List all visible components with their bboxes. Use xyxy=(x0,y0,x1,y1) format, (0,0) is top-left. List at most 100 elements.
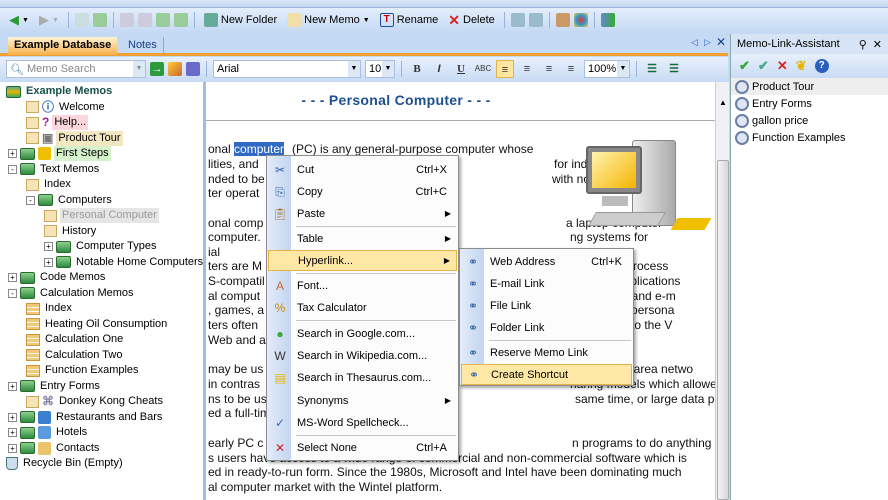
expand-icon[interactable]: + xyxy=(44,257,53,267)
color-icon[interactable] xyxy=(573,13,588,27)
menu-item-copy[interactable]: ⎘ Copy Ctrl+C xyxy=(268,181,457,202)
tree-item[interactable]: + Entry Forms xyxy=(8,379,102,394)
font-size-select[interactable]: 10 ▼ xyxy=(365,60,395,78)
remove-icon[interactable]: ✕ xyxy=(777,58,788,74)
collapse-icon[interactable]: - xyxy=(8,164,17,174)
menu-item-web-address[interactable]: ⚭ Web Address Ctrl+K xyxy=(461,251,632,272)
justify-button[interactable]: ≡ xyxy=(562,60,580,78)
menu-item-create-shortcut[interactable]: ⚭ Create Shortcut xyxy=(461,364,632,385)
first-steps-icon[interactable]: ❦ xyxy=(796,58,807,74)
menu-item-font[interactable]: A Font... xyxy=(268,275,457,296)
underline-button[interactable]: U xyxy=(452,60,470,78)
menu-item-search-in-google-com[interactable]: ● Search in Google.com... xyxy=(268,323,457,344)
tree-item[interactable]: + Restaurants and Bars xyxy=(8,410,164,425)
tree-item[interactable]: + Code Memos xyxy=(8,270,107,285)
collapse-icon[interactable]: - xyxy=(8,288,17,298)
tree-item[interactable]: ? Help... xyxy=(26,115,89,130)
import-icon[interactable] xyxy=(510,13,525,27)
move-top-icon[interactable] xyxy=(137,13,152,27)
link-item[interactable]: Function Examples xyxy=(731,129,888,146)
menu-item-reserve-memo-link[interactable]: ⚭ Reserve Memo Link xyxy=(461,342,632,363)
close-tab-icon[interactable]: ✕ xyxy=(716,35,726,49)
expand-icon[interactable]: + xyxy=(8,443,17,453)
menu-item-folder-link[interactable]: ⚭ Folder Link xyxy=(461,317,632,338)
export-icon[interactable] xyxy=(528,13,543,27)
menu-item-select-none[interactable]: ✕ Select None Ctrl+A xyxy=(268,437,457,458)
tree-item[interactable]: History xyxy=(44,224,98,239)
chevron-down-icon[interactable]: ▼ xyxy=(133,61,145,77)
scrollbar-thumb[interactable] xyxy=(717,160,729,500)
new-memo-button[interactable]: New Memo ▼ xyxy=(284,10,373,30)
forward-button[interactable]: ▶ ▼ xyxy=(36,10,62,30)
bullet-list-button[interactable]: ☰ xyxy=(665,60,683,78)
tree-item[interactable]: Heating Oil Consumption xyxy=(26,317,169,332)
tab-notes[interactable]: Notes xyxy=(122,37,164,55)
tree-item[interactable]: + Computer Types xyxy=(44,239,159,254)
menu-item-synonyms[interactable]: Synonyms ▶ xyxy=(268,390,457,411)
tree-item[interactable]: ▣ Product Tour xyxy=(26,130,123,146)
menu-item-table[interactable]: Table ▶ xyxy=(268,228,457,249)
expand-icon[interactable]: + xyxy=(8,412,17,422)
tree-item[interactable]: + Notable Home Computers xyxy=(44,255,205,270)
delete-button[interactable]: ✕ Delete xyxy=(445,10,498,30)
menu-item-tax-calculator[interactable]: % Tax Calculator xyxy=(268,297,457,318)
link-item[interactable]: Product Tour xyxy=(731,78,888,95)
expand-icon[interactable]: + xyxy=(8,149,17,158)
expand-icon[interactable]: + xyxy=(44,242,53,251)
tree-item[interactable]: Index xyxy=(26,177,73,192)
menu-item-paste[interactable]: 📋︎ Paste ▶ xyxy=(268,203,457,224)
tree-item[interactable]: Calculation One xyxy=(26,332,125,347)
tree-root[interactable]: Example Memos xyxy=(6,84,114,99)
chevron-down-icon[interactable]: ▼ xyxy=(617,61,629,77)
tree-collapse-icon[interactable] xyxy=(92,13,107,27)
memo-search-input[interactable]: 🔍︎ Memo Search ▼ xyxy=(6,60,146,78)
expand-icon[interactable]: + xyxy=(8,428,17,437)
zoom-select[interactable]: 100% ▼ xyxy=(584,60,630,78)
tree-item[interactable]: + First Steps xyxy=(8,146,111,161)
collapse-icon[interactable]: - xyxy=(26,195,35,205)
menu-item-search-in-thesaurus-com[interactable]: ▤ Search in Thesaurus.com... xyxy=(268,367,457,388)
close-panel-icon[interactable]: ✕ xyxy=(873,39,882,51)
refresh-icon[interactable] xyxy=(600,13,615,27)
menu-item-file-link[interactable]: ⚭ File Link xyxy=(461,295,632,316)
menu-item-e-mail-link[interactable]: ⚭ E-mail Link xyxy=(461,273,632,294)
properties-icon[interactable] xyxy=(555,13,570,27)
bold-button[interactable]: B xyxy=(408,60,426,78)
menu-item-ms-word-spellcheck[interactable]: ✓ MS-Word Spellcheck... xyxy=(268,412,457,433)
magic-wand-icon[interactable] xyxy=(168,62,182,76)
tree-expand-icon[interactable] xyxy=(74,13,89,27)
tree-item[interactable]: Index xyxy=(26,301,74,316)
link-item[interactable]: gallon price xyxy=(731,112,888,129)
add-link-icon[interactable]: ✔ xyxy=(758,58,769,74)
save-icon[interactable] xyxy=(186,62,200,76)
move-bottom-icon[interactable] xyxy=(173,13,188,27)
back-button[interactable]: ◀ ▼ xyxy=(6,10,32,30)
italic-button[interactable]: I xyxy=(430,60,448,78)
editor-scrollbar[interactable]: ▲ xyxy=(715,82,729,500)
menu-item-search-in-wikipedia-com[interactable]: W Search in Wikipedia.com... xyxy=(268,345,457,366)
font-select[interactable]: Arial ▼ xyxy=(213,60,361,78)
tree-item[interactable]: + Contacts xyxy=(8,441,101,456)
expand-icon[interactable]: + xyxy=(8,381,17,391)
go-icon[interactable]: → xyxy=(150,62,164,76)
tree-item[interactable]: Calculation Two xyxy=(26,348,124,363)
tab-example-database[interactable]: Example Database xyxy=(8,37,118,55)
scroll-up-icon[interactable]: ▲ xyxy=(719,98,727,107)
accept-icon[interactable]: ✔ xyxy=(739,58,750,74)
align-right-button[interactable]: ≡ xyxy=(540,60,558,78)
tab-scroll-right-icon[interactable]: ▷ xyxy=(704,37,711,48)
chevron-down-icon[interactable]: ▼ xyxy=(348,61,360,77)
link-item[interactable]: Entry Forms xyxy=(731,95,888,112)
tree-item[interactable]: - Text Memos xyxy=(8,162,101,177)
expand-icon[interactable]: + xyxy=(8,273,17,282)
tree-item[interactable]: + Hotels xyxy=(8,425,89,440)
tree-item[interactable]: ⓘ Welcome xyxy=(26,100,107,115)
chevron-down-icon[interactable]: ▼ xyxy=(382,61,394,77)
numbered-list-button[interactable]: ☰ xyxy=(643,60,661,78)
tree-item[interactable]: - Computers xyxy=(26,193,114,208)
tree-item[interactable]: ⌘ Donkey Kong Cheats xyxy=(26,394,165,409)
help-icon[interactable]: ? xyxy=(814,59,829,73)
strikethrough-button[interactable]: ABC xyxy=(474,60,492,78)
tree-item[interactable]: - Calculation Memos xyxy=(8,286,136,301)
menu-item-hyperlink[interactable]: Hyperlink... ▶ xyxy=(268,250,457,271)
